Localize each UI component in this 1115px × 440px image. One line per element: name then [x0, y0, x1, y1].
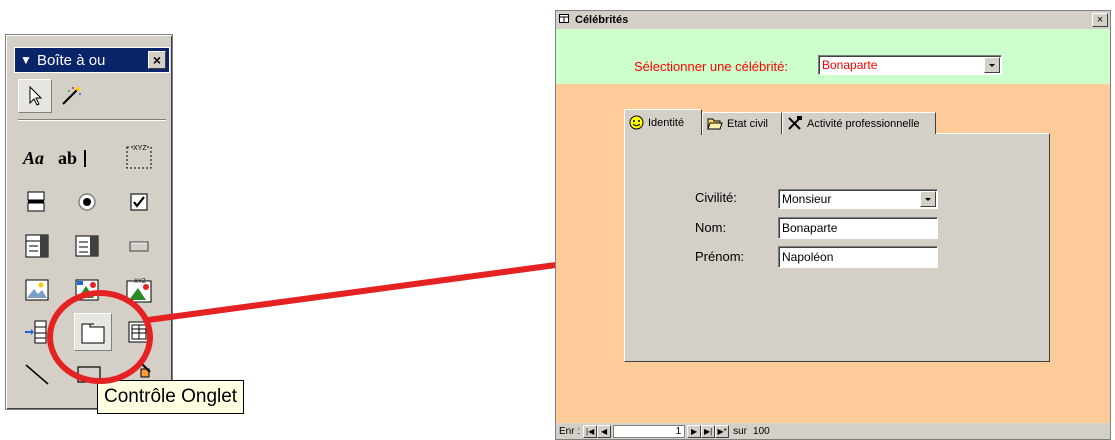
last-record-button[interactable]: ▶|	[701, 424, 716, 438]
toolbox-panel: ▼ Boîte à ou × Aa ab XYZ XYZ	[5, 34, 173, 410]
textbox-tool-icon[interactable]: ab	[56, 141, 90, 175]
dropdown-arrow-icon[interactable]: ▼	[15, 53, 37, 67]
civilite-label: Civilité:	[695, 190, 737, 205]
tab-control-tooltip: Contrôle Onglet	[97, 380, 245, 414]
civilite-combo[interactable]: Monsieur	[778, 189, 938, 209]
svg-text:XYZ: XYZ	[134, 279, 146, 285]
folder-open-icon	[707, 117, 723, 130]
record-total: 100	[753, 425, 770, 437]
tab-activite-professionnelle-label: Activité professionnelle	[807, 117, 920, 130]
option-group-tool-icon[interactable]: XYZ	[122, 139, 156, 173]
listbox-tool-icon[interactable]	[70, 229, 104, 263]
annotation-arrow-line	[147, 259, 579, 323]
svg-text:XYZ: XYZ	[133, 145, 147, 152]
select-celebrity-combo[interactable]: Bonaparte	[818, 55, 1002, 75]
form-icon	[559, 14, 573, 26]
form-title: Célébrités	[575, 14, 629, 26]
record-of-label: sur	[733, 425, 748, 437]
svg-text:ab: ab	[58, 148, 77, 168]
image-tool-icon[interactable]	[20, 273, 54, 307]
chevron-down-icon[interactable]	[984, 57, 1000, 73]
previous-record-button[interactable]: ◀	[597, 424, 612, 438]
chevron-down-icon[interactable]	[920, 191, 936, 207]
wizard-tool-icon[interactable]	[54, 79, 88, 113]
line-tool-icon[interactable]	[20, 357, 54, 391]
toolbox-title-bar[interactable]: ▼ Boîte à ou ×	[14, 47, 170, 73]
select-celebrity-label: Sélectionner une célébrité:	[634, 59, 788, 74]
first-record-button[interactable]: |◀	[583, 424, 598, 438]
tab-control-tool-icon[interactable]	[74, 313, 112, 351]
combobox-tool-icon[interactable]	[20, 229, 54, 263]
tools-icon	[787, 116, 803, 131]
new-record-button[interactable]: ▶*	[715, 424, 730, 438]
nom-field[interactable]: Bonaparte	[778, 217, 938, 239]
page-break-tool-icon[interactable]	[20, 315, 54, 349]
label-tool-icon[interactable]: Aa	[20, 141, 54, 175]
checkbox-tool-icon[interactable]	[122, 185, 156, 219]
bound-object-frame-tool-icon[interactable]: XYZ	[122, 273, 156, 307]
tab-activite-professionnelle[interactable]: Activité professionnelle	[782, 112, 936, 134]
tab-identite[interactable]: Identité	[624, 109, 702, 135]
prenom-field[interactable]: Napoléon	[778, 246, 938, 268]
tab-control: Civilité: Monsieur Nom: Bonaparte Prénom…	[624, 109, 1050, 362]
current-record-input[interactable]: 1	[613, 424, 686, 438]
tab-etat-civil[interactable]: Etat civil	[702, 112, 782, 134]
subform-tool-icon[interactable]	[122, 315, 156, 349]
record-navigation-bar: Enr : |◀ ◀ 1 ▶ ▶| ▶* sur 100	[556, 423, 1110, 439]
toolbox-close-button[interactable]: ×	[148, 51, 166, 69]
smiley-icon	[629, 115, 644, 130]
toggle-button-tool-icon[interactable]	[20, 185, 54, 219]
select-celebrity-value: Bonaparte	[822, 58, 878, 72]
next-record-button[interactable]: ▶	[687, 424, 702, 438]
command-button-tool-icon[interactable]	[122, 229, 156, 263]
toolbox-separator	[18, 119, 166, 121]
form-close-button[interactable]: ×	[1092, 13, 1108, 27]
option-button-tool-icon[interactable]	[70, 185, 104, 219]
tab-page-identite: Civilité: Monsieur Nom: Bonaparte Prénom…	[624, 133, 1050, 362]
civilite-value: Monsieur	[782, 192, 832, 206]
unbound-object-frame-tool-icon[interactable]	[70, 273, 104, 307]
tab-etat-civil-label: Etat civil	[727, 117, 768, 130]
pointer-tool-icon[interactable]	[18, 79, 52, 113]
prenom-label: Prénom:	[695, 249, 745, 264]
tab-identite-label: Identité	[648, 116, 685, 129]
nom-label: Nom:	[695, 220, 727, 235]
toolbox-title: Boîte à ou	[37, 51, 106, 69]
svg-text:Aa: Aa	[22, 148, 44, 168]
form-title-bar[interactable]: Célébrités ×	[556, 11, 1110, 29]
form-window: Célébrités × Sélectionner une célébrité:…	[555, 10, 1111, 440]
record-label: Enr :	[559, 425, 581, 437]
